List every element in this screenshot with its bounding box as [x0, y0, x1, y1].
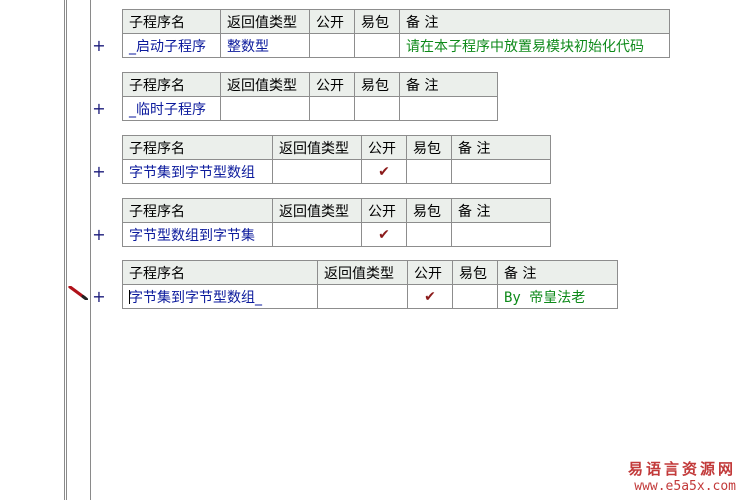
gutter-divider	[90, 0, 91, 500]
header-public: 公开	[361, 135, 407, 160]
subroutine-name[interactable]: 字节型数组到字节集	[122, 222, 273, 247]
easy-pack-cell[interactable]	[354, 96, 400, 121]
header-remark: 备 注	[451, 135, 551, 160]
expand-button[interactable]: +	[92, 227, 106, 243]
header-public: 公开	[407, 260, 453, 285]
expand-button[interactable]: +	[92, 289, 106, 305]
header-remark: 备 注	[399, 72, 498, 97]
easy-pack-cell[interactable]	[354, 33, 400, 58]
gutter-divider	[66, 0, 67, 500]
header-easy-pack: 易包	[406, 135, 452, 160]
return-type-cell[interactable]	[272, 159, 362, 184]
expand-button[interactable]: +	[92, 38, 106, 54]
subroutine-table: 子程序名 返回值类型 公开 易包 备 注 字节集到字节型数组 ✔	[122, 135, 551, 184]
watermark-url: www.e5a5x.com	[634, 479, 736, 494]
header-public: 公开	[361, 198, 407, 223]
header-return-type: 返回值类型	[220, 72, 310, 97]
easy-pack-cell[interactable]	[452, 284, 498, 309]
return-type-cell[interactable]: 整数型	[220, 33, 310, 58]
header-easy-pack: 易包	[406, 198, 452, 223]
header-return-type: 返回值类型	[317, 260, 408, 285]
header-name: 子程序名	[122, 260, 318, 285]
remark-cell[interactable]: 请在本子程序中放置易模块初始化代码	[399, 33, 670, 58]
header-name: 子程序名	[122, 9, 221, 34]
subroutine-name[interactable]: 字节集到字节型数组	[122, 159, 273, 184]
header-return-type: 返回值类型	[272, 198, 362, 223]
pencil-icon	[68, 286, 88, 300]
header-remark: 备 注	[451, 198, 551, 223]
header-easy-pack: 易包	[354, 72, 400, 97]
public-cell[interactable]	[309, 33, 355, 58]
header-return-type: 返回值类型	[272, 135, 362, 160]
easy-pack-cell[interactable]	[406, 159, 452, 184]
subroutine-table: 子程序名 返回值类型 公开 易包 备 注 字节集到字节型数组_ ✔ By 帝皇法…	[122, 260, 618, 309]
expand-button[interactable]: +	[92, 101, 106, 117]
public-cell[interactable]	[309, 96, 355, 121]
expand-button[interactable]: +	[92, 164, 106, 180]
return-type-cell[interactable]	[317, 284, 408, 309]
header-name: 子程序名	[122, 72, 221, 97]
remark-cell[interactable]	[451, 222, 551, 247]
header-remark: 备 注	[497, 260, 618, 285]
remark-cell[interactable]: By 帝皇法老	[497, 284, 618, 309]
header-remark: 备 注	[399, 9, 670, 34]
gutter-divider	[64, 0, 65, 500]
remark-cell[interactable]	[399, 96, 498, 121]
site-watermark: 易语言资源网 www.e5a5x.com	[628, 460, 736, 496]
return-type-cell[interactable]	[272, 222, 362, 247]
subroutine-table: 子程序名 返回值类型 公开 易包 备 注 _临时子程序	[122, 72, 498, 121]
header-easy-pack: 易包	[354, 9, 400, 34]
remark-cell[interactable]	[451, 159, 551, 184]
header-easy-pack: 易包	[452, 260, 498, 285]
public-check-icon[interactable]: ✔	[407, 284, 453, 309]
header-name: 子程序名	[122, 135, 273, 160]
public-check-icon[interactable]: ✔	[361, 159, 407, 184]
subroutine-name: 字节集到字节型数组_	[129, 289, 262, 306]
subroutine-name[interactable]: _启动子程序	[122, 33, 221, 58]
header-return-type: 返回值类型	[220, 9, 310, 34]
header-name: 子程序名	[122, 198, 273, 223]
return-type-cell[interactable]	[220, 96, 310, 121]
easy-pack-cell[interactable]	[406, 222, 452, 247]
header-public: 公开	[309, 9, 355, 34]
subroutine-name-edit[interactable]: 字节集到字节型数组_	[122, 284, 318, 309]
subroutine-name[interactable]: _临时子程序	[122, 96, 221, 121]
watermark-title: 易语言资源网	[627, 460, 736, 478]
header-public: 公开	[309, 72, 355, 97]
public-check-icon[interactable]: ✔	[361, 222, 407, 247]
subroutine-table: 子程序名 返回值类型 公开 易包 备 注 字节型数组到字节集 ✔	[122, 198, 551, 247]
subroutine-table: 子程序名 返回值类型 公开 易包 备 注 _启动子程序 整数型 请在本子程序中放…	[122, 9, 670, 58]
